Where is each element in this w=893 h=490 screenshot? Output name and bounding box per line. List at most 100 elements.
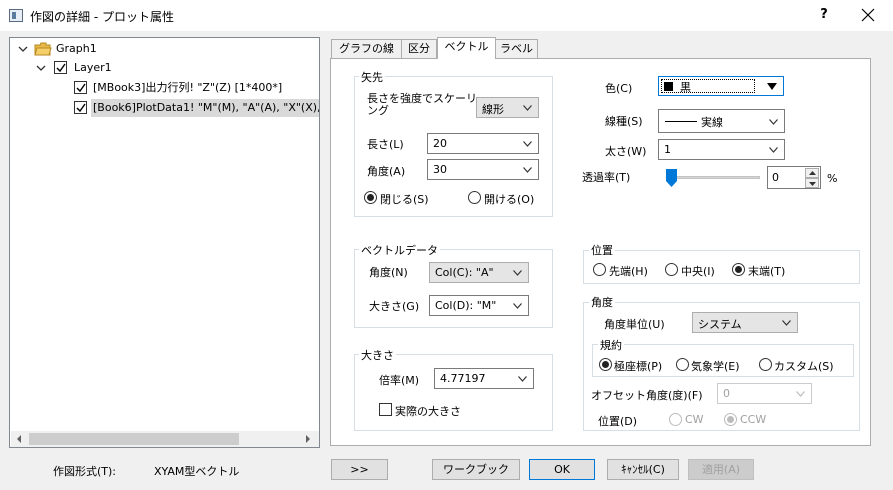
- chevron-down-icon[interactable]: [36, 63, 46, 73]
- direction-label: 位置(D): [598, 415, 638, 428]
- color-focus-rect: [661, 79, 755, 93]
- direction-cw-radio[interactable]: [669, 413, 682, 426]
- spin-down-button[interactable]: [805, 178, 819, 188]
- plot-mbook3-checkbox[interactable]: [74, 81, 87, 94]
- chevron-down-icon: [769, 147, 778, 153]
- vector-angle-label: 角度(N): [369, 266, 408, 279]
- vector-magnitude-label: 大きさ(G): [369, 300, 420, 313]
- percent-label: %: [827, 172, 838, 185]
- angle-unit-select[interactable]: システム: [692, 312, 798, 333]
- tree-item-graph[interactable]: Graph1: [16, 40, 216, 58]
- multiplier-combo[interactable]: 4.77197: [434, 368, 534, 389]
- offset-angle-value: 0: [723, 387, 730, 400]
- app-icon: [9, 9, 23, 22]
- position-tail-label: 末端(T): [748, 265, 786, 278]
- plot-book6-checkbox[interactable]: [74, 101, 87, 114]
- ok-button[interactable]: OK: [529, 459, 595, 480]
- transparency-spinbox[interactable]: 0: [767, 166, 821, 189]
- spin-up-button[interactable]: [805, 168, 819, 178]
- vector-data-group-title: ベクトルデータ: [359, 242, 440, 258]
- arrowhead-angle-label: 角度(A): [367, 165, 406, 178]
- color-label: 色(C): [605, 82, 633, 95]
- actual-size-label: 実際の大きさ: [395, 405, 461, 418]
- check-icon: [76, 83, 86, 93]
- line-style-select[interactable]: 実線: [658, 109, 785, 133]
- tree-item-layer[interactable]: Layer1: [34, 59, 234, 77]
- plot-type-label: 作図形式(T):: [53, 465, 117, 478]
- cancel-button[interactable]: ｷｬﾝｾﾙ(C): [607, 459, 679, 480]
- convention-custom-label: カスタム(S): [774, 360, 834, 373]
- convention-polar-label: 極座標(P): [614, 360, 663, 373]
- folder-icon: [34, 42, 52, 56]
- position-group-title: 位置: [589, 242, 615, 258]
- help-button[interactable]: ?: [812, 5, 836, 25]
- plot-tree[interactable]: Graph1 Layer1 [MBook3]出力行列! "Z"(Z) [1*40…: [9, 37, 320, 448]
- multiplier-value: 4.77197: [440, 372, 486, 385]
- convention-meteo-label: 気象学(E): [691, 360, 740, 373]
- chevron-down-icon: [796, 391, 805, 397]
- transparency-slider-track[interactable]: [668, 176, 760, 179]
- open-radio[interactable]: [468, 191, 481, 204]
- position-tail-radio[interactable]: [732, 263, 745, 276]
- color-value: 黒: [680, 81, 691, 94]
- closed-radio[interactable]: [364, 191, 377, 204]
- arrowhead-length-label: 長さ(L): [367, 138, 404, 151]
- convention-meteo-radio[interactable]: [676, 358, 689, 371]
- transparency-slider-thumb[interactable]: [666, 169, 677, 187]
- chevron-down-icon: [523, 167, 532, 173]
- tree-label-plot-book6: [Book6]PlotData1! "M"(M), "A"(A), "X"(X)…: [91, 99, 319, 117]
- tree-horizontal-scrollbar[interactable]: [11, 431, 319, 447]
- convention-custom-radio[interactable]: [759, 358, 772, 371]
- vector-angle-select[interactable]: Col(C): "A": [429, 262, 529, 283]
- position-group: 位置 先端(H) 中央(I) 末端(T): [583, 242, 860, 284]
- line-width-combo[interactable]: 1: [658, 139, 785, 160]
- arrowhead-angle-combo[interactable]: 30: [427, 159, 539, 180]
- arrowhead-angle-value: 30: [433, 163, 447, 176]
- angle-unit-value: システム: [698, 318, 742, 331]
- check-icon: [76, 103, 86, 113]
- apply-button[interactable]: 適用(A): [688, 459, 754, 480]
- chevron-down-icon: [769, 119, 778, 125]
- transparency-label: 透過率(T): [582, 171, 631, 184]
- color-swatch: [664, 82, 673, 91]
- scale-type-select[interactable]: 線形: [476, 97, 539, 118]
- layer-checkbox[interactable]: [54, 61, 67, 74]
- chevron-down-icon: [513, 303, 522, 309]
- position-center-radio[interactable]: [665, 263, 678, 276]
- scroll-right-icon[interactable]: [304, 435, 312, 443]
- vector-magnitude-value: Col(D): "M": [435, 299, 497, 312]
- color-select[interactable]: 黒: [658, 76, 784, 96]
- scroll-left-icon[interactable]: [15, 435, 23, 443]
- convention-group-title: 規約: [598, 337, 624, 353]
- tab-label[interactable]: ラベル: [495, 39, 538, 58]
- magnitude-group: 大きさ 倍率(M) 4.77197 実際の大きさ: [354, 347, 553, 431]
- direction-ccw-radio[interactable]: [724, 413, 737, 426]
- line-style-value: 実線: [701, 116, 723, 129]
- transparency-value: 0: [772, 171, 779, 184]
- solid-line-sample: [665, 121, 697, 122]
- tree-item-plot-book6[interactable]: [Book6]PlotData1! "M"(M), "A"(A), "X"(X)…: [74, 99, 319, 117]
- convention-polar-radio[interactable]: [599, 358, 612, 371]
- vector-magnitude-select[interactable]: Col(D): "M": [429, 295, 529, 316]
- tab-segment[interactable]: 区分: [401, 39, 437, 58]
- vector-data-group: ベクトルデータ 角度(N) Col(C): "A" 大きさ(G) Col(D):…: [354, 242, 553, 328]
- actual-size-checkbox[interactable]: [379, 403, 392, 416]
- tree-label-layer: Layer1: [74, 61, 112, 74]
- scale-by-intensity-label: 長さを強度でスケーリング: [367, 92, 477, 117]
- arrowhead-length-combo[interactable]: 20: [427, 133, 539, 154]
- tab-vector[interactable]: ベクトル: [437, 37, 496, 59]
- expand-button[interactable]: >>: [331, 459, 388, 480]
- scrollbar-thumb[interactable]: [29, 433, 239, 445]
- angle-unit-label: 角度単位(U): [604, 318, 665, 331]
- workbook-button[interactable]: ワークブック: [432, 459, 520, 480]
- arrowhead-group: 矢先 長さを強度でスケーリング 線形 長さ(L) 20 角度(A) 30 閉じる…: [354, 69, 553, 217]
- close-button[interactable]: [852, 3, 884, 27]
- position-head-radio[interactable]: [593, 263, 606, 276]
- arrowhead-group-title: 矢先: [359, 69, 385, 85]
- window-title: 作図の詳細 - プロット属性: [30, 10, 174, 24]
- tree-item-plot-mbook3[interactable]: [MBook3]出力行列! "Z"(Z) [1*400*]: [74, 79, 319, 97]
- offset-angle-combo[interactable]: 0: [717, 383, 812, 404]
- arrowhead-length-value: 20: [433, 137, 447, 150]
- tab-graph-line[interactable]: グラフの線: [331, 39, 402, 58]
- chevron-down-icon[interactable]: [18, 44, 28, 54]
